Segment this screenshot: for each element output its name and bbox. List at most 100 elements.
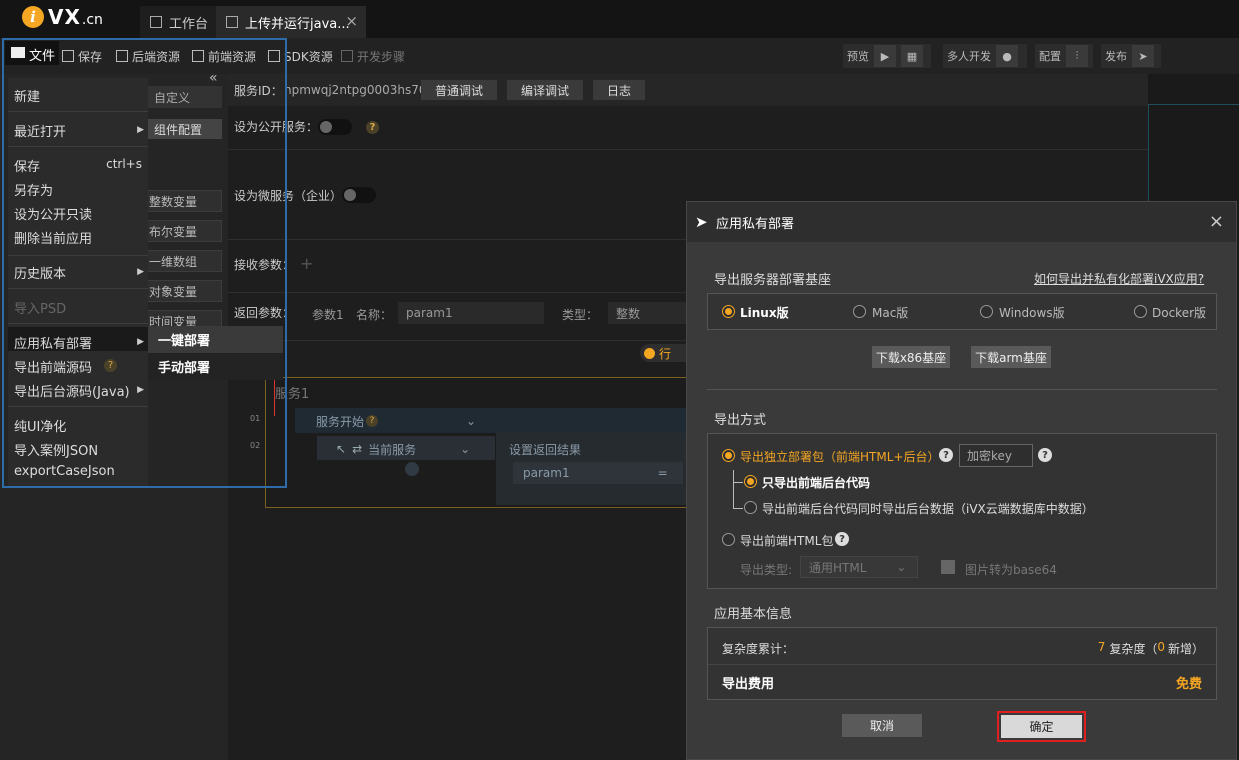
menu-separator [8, 146, 148, 147]
radio-only-code[interactable] [744, 475, 757, 488]
log-button[interactable]: 日志 [593, 80, 645, 100]
tab-workbench[interactable]: 工作台 [140, 6, 216, 38]
public-service-toggle[interactable] [318, 119, 352, 135]
base64-checkbox[interactable] [941, 560, 955, 574]
radio-html-only[interactable] [722, 533, 735, 546]
complexity-value: 7 [1097, 640, 1106, 654]
dev-steps-button[interactable]: 开发步骤 [341, 45, 405, 67]
export-type-select[interactable]: 通用HTML ⌄ [800, 556, 918, 578]
deploy-submenu: 一键部署 手动部署 [148, 326, 283, 380]
result-param-name: param1 [523, 466, 570, 480]
fee-label: 导出费用 [722, 677, 775, 692]
radio-with-data-label[interactable]: 导出前端后台代码同时导出后台数据（iVX云端数据库中数据） [762, 500, 1094, 517]
chevron-down-icon[interactable]: ⌄ [466, 414, 476, 428]
submenu-arrow-icon: ▶ [137, 385, 144, 395]
radio-windows-label[interactable]: Windows版 [999, 304, 1065, 321]
complexity-unit: 复杂度（ [1109, 642, 1158, 656]
steps-icon [341, 50, 353, 62]
radio-standalone[interactable] [722, 449, 735, 462]
confirm-button[interactable]: 确定 [1001, 715, 1082, 738]
close-tab-icon[interactable]: × [345, 12, 358, 30]
menu-item-save-as[interactable]: 另存为 [14, 180, 53, 199]
chevron-down-icon[interactable]: ⌄ [460, 442, 470, 456]
export-section-title: 导出方式 [714, 413, 767, 428]
micro-service-toggle[interactable] [342, 187, 376, 203]
help-icon[interactable]: ? [104, 359, 117, 372]
menu-item-import-psd: 导入PSD [14, 302, 67, 317]
download-x86-button[interactable]: 下载x86基座 [872, 346, 950, 368]
service-start-node[interactable]: 服务开始 ? ⌄ [316, 410, 476, 432]
help-icon[interactable]: ? [835, 532, 849, 546]
current-service-label: 当前服务 [368, 442, 417, 457]
help-icon[interactable]: ? [939, 448, 953, 462]
submenu-item-manual-deploy[interactable]: 手动部署 [148, 353, 283, 380]
dev-steps-label: 开发步骤 [357, 49, 406, 64]
close-icon[interactable]: × [1209, 211, 1224, 232]
menu-item-pure-ui[interactable]: 纯UI净化 [14, 416, 66, 435]
grid-icon [150, 16, 162, 28]
user-icon: ● [996, 45, 1018, 67]
preview-button[interactable]: 预览 ▶ ▦ [843, 44, 931, 68]
menu-item-export-backend[interactable]: 导出后台源码(Java) [14, 381, 130, 400]
submenu-arrow-icon: ▶ [137, 337, 144, 347]
menu-item-public-readonly[interactable]: 设为公开只读 [14, 204, 92, 223]
multi-dev-button[interactable]: 多人开发 ● [943, 44, 1027, 68]
radio-with-data[interactable] [744, 501, 757, 514]
param-name-input[interactable]: param1 [398, 302, 544, 324]
menu-item-recent[interactable]: 最近打开 [14, 121, 66, 140]
flow-canvas: 服务1 服务开始 ? ⌄ ↖ ⇄ 当前服务 ⌄ 设置返回结果 param1 = [265, 377, 687, 508]
menu-separator [8, 288, 148, 289]
menu-item-history[interactable]: 历史版本 [14, 263, 66, 282]
help-link[interactable]: 如何导出并私有化部署iVX应用? [1034, 270, 1204, 287]
menu-item-export-case-json[interactable]: exportCaseJson [14, 464, 115, 479]
divider [707, 389, 1217, 390]
sliders-icon: ⫶ [1066, 45, 1088, 67]
cancel-button[interactable]: 取消 [842, 714, 922, 737]
base64-label: 图片转为base64 [965, 563, 1057, 577]
add-icon[interactable]: + [300, 254, 313, 273]
tree-line [733, 482, 743, 483]
encrypt-key-input[interactable]: 加密key [959, 444, 1033, 467]
menu-item-delete-app[interactable]: 删除当前应用 [14, 228, 92, 247]
compile-debug-button[interactable]: 编译调试 [507, 80, 583, 100]
export-method-group: 导出独立部署包（前端HTML+后台） ? 加密key ? 只导出前端后台代码 导… [707, 433, 1217, 589]
radio-linux[interactable] [722, 305, 735, 318]
radio-mac[interactable] [853, 305, 866, 318]
config-button[interactable]: 配置 ⫶ [1035, 44, 1093, 68]
menu-item-private-deploy[interactable]: 应用私有部署 [14, 333, 92, 352]
radio-windows[interactable] [980, 305, 993, 318]
help-icon[interactable]: ? [366, 415, 379, 427]
divider [708, 664, 1216, 665]
normal-debug-button[interactable]: 普通调试 [421, 80, 497, 100]
submenu-item-one-click-deploy[interactable]: 一键部署 [148, 326, 283, 353]
help-icon[interactable]: ? [366, 121, 379, 134]
radio-only-code-label[interactable]: 只导出前端后台代码 [762, 474, 870, 491]
file-menu-button[interactable]: 文件 [5, 41, 59, 65]
chevron-down-icon: ⌄ [896, 560, 907, 574]
menu-separator [8, 406, 148, 407]
download-arm-button[interactable]: 下载arm基座 [971, 346, 1051, 368]
result-param-field[interactable]: param1 = [513, 462, 683, 484]
publish-button[interactable]: 发布 ➤ [1101, 44, 1161, 68]
os-radio-group: Linux版 Mac版 Windows版 Docker版 [707, 293, 1217, 330]
param-name-label: 名称： [356, 308, 393, 322]
radio-mac-label[interactable]: Mac版 [872, 304, 908, 321]
radio-html-only-label[interactable]: 导出前端HTML包 [740, 532, 833, 549]
radio-docker-label[interactable]: Docker版 [1152, 304, 1206, 321]
menu-item-new[interactable]: 新建 [14, 86, 40, 105]
preview-label: 预览 [847, 50, 869, 63]
info-section-title: 应用基本信息 [714, 607, 793, 622]
tab-upload-run[interactable]: 上传并运行java... × [216, 6, 366, 38]
fee-value: 免费 [1175, 677, 1202, 692]
current-service-node[interactable]: ↖ ⇄ 当前服务 ⌄ [336, 438, 470, 460]
menu-item-export-frontend[interactable]: 导出前端源码 [14, 357, 92, 376]
menu-item-save[interactable]: 保存 [14, 156, 40, 175]
add-node-icon[interactable] [405, 462, 419, 476]
help-icon[interactable]: ? [1038, 448, 1052, 462]
dialog-header: ➤ 应用私有部署 × [687, 202, 1236, 242]
radio-docker[interactable] [1134, 305, 1147, 318]
menu-item-import-case-json[interactable]: 导入案例JSON [14, 440, 98, 459]
param-type-select[interactable]: 整数 [608, 302, 688, 324]
radio-linux-label[interactable]: Linux版 [740, 304, 789, 321]
radio-standalone-label[interactable]: 导出独立部署包（前端HTML+后台） [740, 448, 939, 465]
